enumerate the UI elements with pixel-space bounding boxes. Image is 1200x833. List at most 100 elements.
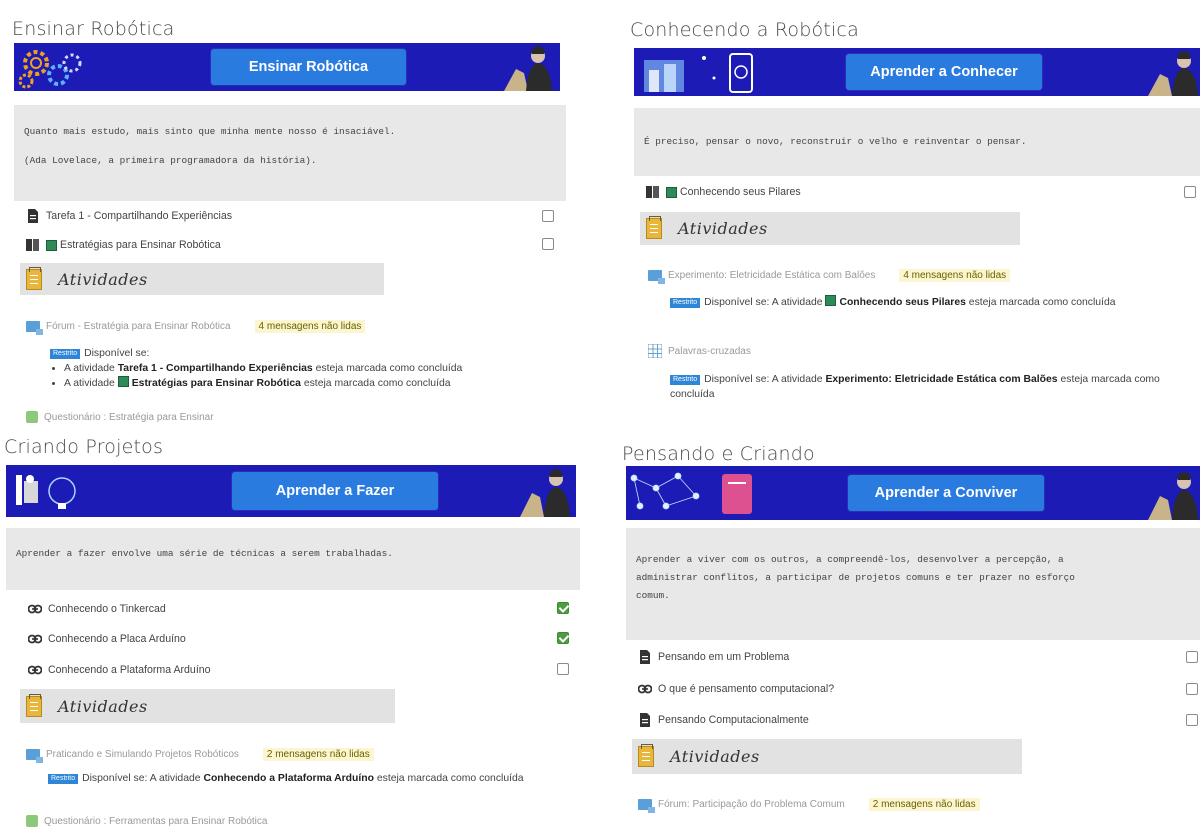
activity-label[interactable]: Conhecendo a Plataforma Arduíno [48, 664, 211, 676]
restricted-tag: Restrito [50, 349, 81, 359]
restriction-condition: A atividade Tarefa 1 - Compartilhando Ex… [64, 361, 570, 376]
quiz-row[interactable]: Questionário : Ferramentas para Ensinar … [26, 813, 267, 829]
completion-checkbox[interactable] [1186, 714, 1198, 726]
restriction-activity-link[interactable]: Conhecendo a Plataforma Arduíno [203, 773, 374, 784]
restriction-activity-link[interactable]: Experimento: Eletricidade Estática com B… [825, 374, 1057, 385]
quiz-icon [26, 815, 38, 827]
atividades-label: Atividades [670, 747, 760, 766]
atividades-label: Atividades [58, 696, 148, 716]
forum-label[interactable]: Fórum - Estratégia para Ensinar Robótica [46, 321, 231, 332]
activity-label[interactable]: Conhecendo seus Pilares [680, 186, 801, 198]
atividades-header: Atividades [20, 689, 395, 723]
quote-line: comum. [636, 590, 670, 601]
restricted-tag: Restrito [670, 375, 701, 385]
quiz-label[interactable]: Questionário : Ferramentas para Ensinar … [44, 816, 267, 827]
restricted-tag: Restrito [48, 774, 79, 784]
quiz-row[interactable]: Questionário : Estratégia para Ensinar [26, 409, 214, 425]
atividades-header: Atividades [20, 263, 384, 295]
forum-row[interactable]: Fórum - Estratégia para Ensinar Robótica… [26, 317, 366, 335]
restricted-tag: Restrito [670, 298, 701, 308]
banner-button[interactable]: Ensinar Robótica [211, 49, 406, 85]
forum-row[interactable]: Praticando e Simulando Projetos Robótico… [26, 745, 374, 763]
link-icon [28, 604, 42, 614]
restriction-activity-link[interactable]: Tarefa 1 - Compartilhando Experiências [118, 363, 313, 374]
resource-icon [825, 295, 837, 306]
banner-button[interactable]: Aprender a Fazer [232, 472, 438, 510]
activity-label[interactable]: Pensando em um Problema [658, 651, 789, 663]
activity-label[interactable]: Pensando Computacionalmente [658, 714, 809, 726]
completion-checkbox-checked[interactable] [557, 632, 569, 644]
activity-label[interactable]: Conhecendo a Placa Arduíno [48, 633, 186, 645]
forum-label[interactable]: Fórum: Participação do Problema Comum [658, 799, 845, 810]
activity-label[interactable]: O que é pensamento computacional? [658, 683, 834, 695]
ada-lovelace-portrait-icon [1140, 466, 1200, 520]
link-icon [638, 684, 652, 694]
banner-button[interactable]: Aprender a Conviver [848, 475, 1044, 511]
restriction-info: Restrito Disponível se: A atividade Conhe… [48, 771, 548, 786]
quote-box: Aprender a fazer envolve uma série de té… [6, 528, 580, 590]
resource-icon [666, 186, 677, 198]
clipboard-icon [638, 744, 654, 767]
network-people-icon [630, 472, 752, 514]
completion-checkbox[interactable] [1186, 683, 1198, 695]
unread-badge: 2 mensagens não lidas [868, 797, 980, 811]
activity-row[interactable]: Estratégias para Ensinar Robótica [26, 235, 556, 255]
activity-row[interactable]: Conhecendo a Plataforma Arduíno [28, 660, 558, 680]
quote-author: (Ada Lovelace, a primeira programadora d… [24, 155, 317, 166]
activity-label[interactable]: Estratégias para Ensinar Robótica [60, 239, 221, 251]
activity-label[interactable]: Conhecendo o Tinkercad [48, 603, 166, 615]
forum-row[interactable]: Fórum: Participação do Problema Comum 2 … [638, 795, 980, 813]
section-title: Pensando e Criando [622, 443, 815, 465]
clipboard-icon [26, 266, 42, 290]
section-title: Ensinar Robótica [12, 18, 175, 40]
clipboard-icon [646, 216, 662, 239]
document-icon [640, 650, 650, 664]
completion-checkbox[interactable] [542, 210, 554, 222]
link-icon [28, 634, 42, 644]
restriction-info: Restrito Disponível se: A atividade Exper… [670, 374, 1160, 400]
quiz-label[interactable]: Questionário : Estratégia para Ensinar [44, 412, 214, 423]
completion-checkbox[interactable] [1184, 186, 1196, 198]
quiz-icon [26, 411, 38, 423]
restriction-activity-link[interactable]: Estratégias para Ensinar Robótica [132, 378, 301, 389]
ada-lovelace-portrait-icon [1140, 48, 1200, 96]
activity-row[interactable]: Pensando Computacionalmente [638, 710, 1168, 730]
activity-row[interactable]: Tarefa 1 - Compartilhando Experiências [26, 206, 556, 226]
activity-row[interactable]: Conhecendo o Tinkercad [28, 599, 558, 619]
forum-icon [648, 269, 665, 284]
gears-icon [18, 50, 82, 89]
document-icon [28, 209, 38, 223]
unread-badge: 4 mensagens não lidas [899, 268, 1011, 282]
unread-badge: 4 mensagens não lidas [254, 319, 366, 333]
crossword-row[interactable]: Palavras-cruzadas [648, 342, 751, 360]
restriction-intro: Disponível se: [84, 348, 150, 359]
restriction-activity-link[interactable]: Conhecendo seus Pilares [839, 297, 965, 308]
document-icon [640, 713, 650, 727]
section-pensando-e-criando: Pensando e Criando Aprender a Conviver A… [600, 430, 1200, 833]
completion-checkbox[interactable] [542, 238, 554, 250]
atividades-label: Atividades [678, 219, 768, 238]
forum-row[interactable]: Experimento: Eletricidade Estática com B… [648, 266, 1011, 284]
restriction-condition: A atividade Estratégias para Ensinar Rob… [64, 376, 570, 391]
completion-checkbox[interactable] [557, 663, 569, 675]
atividades-label: Atividades [58, 269, 148, 289]
forum-icon [26, 320, 43, 335]
forum-label[interactable]: Praticando e Simulando Projetos Robótico… [46, 749, 239, 760]
completion-checkbox[interactable] [1186, 651, 1198, 663]
quote-line: Aprender a viver com os outros, a compre… [636, 554, 1064, 565]
technology-icon [644, 53, 753, 93]
crossword-label[interactable]: Palavras-cruzadas [668, 346, 751, 357]
activity-label[interactable]: Tarefa 1 - Compartilhando Experiências [46, 210, 232, 222]
ada-lovelace-portrait-icon [500, 43, 560, 91]
quote-box: É preciso, pensar o novo, reconstruir o … [634, 108, 1200, 176]
activity-row[interactable]: Conhecendo seus Pilares [646, 182, 1176, 202]
activity-row[interactable]: O que é pensamento computacional? [638, 679, 1168, 699]
activity-row[interactable]: Pensando em um Problema [638, 647, 1168, 667]
forum-label[interactable]: Experimento: Eletricidade Estática com B… [668, 270, 875, 281]
section-conhecendo-a-robotica: Conhecendo a Robótica Aprender a Conhece… [600, 0, 1200, 430]
quote-line: administrar conflitos, a participar de p… [636, 572, 1075, 583]
activity-row[interactable]: Conhecendo a Placa Arduíno [28, 629, 558, 649]
completion-checkbox-checked[interactable] [557, 602, 569, 614]
banner-button[interactable]: Aprender a Conhecer [846, 54, 1042, 90]
restriction-info: RestritoDisponível se: A atividade Taref… [50, 346, 570, 391]
